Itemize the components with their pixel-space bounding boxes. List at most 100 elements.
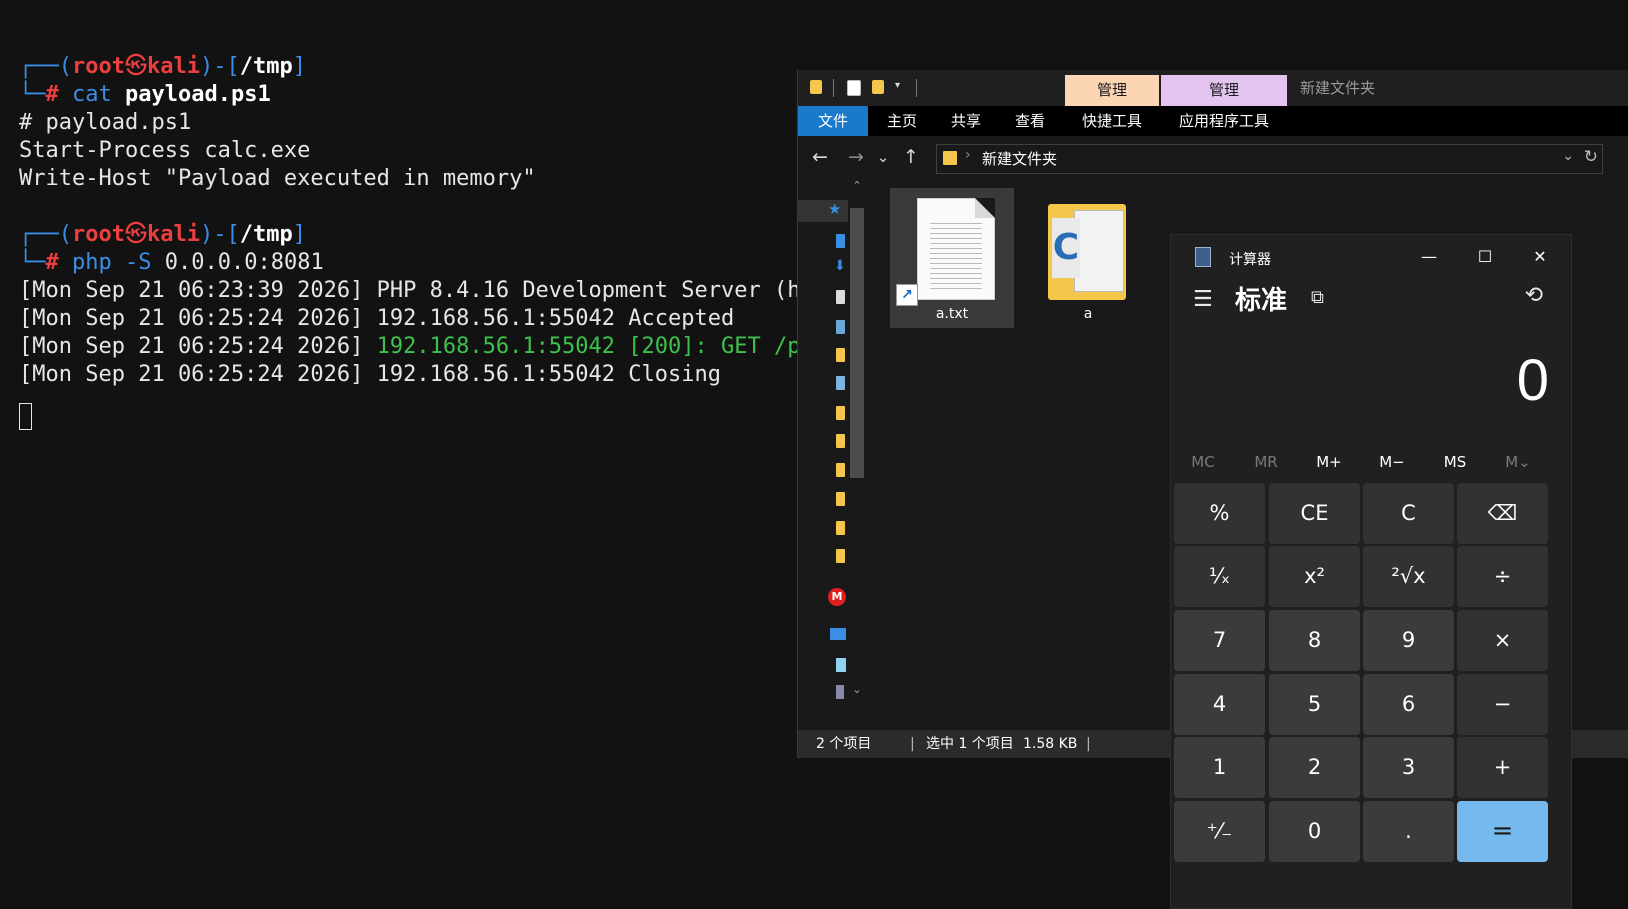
subtract-button[interactable]: − xyxy=(1457,674,1548,735)
folder-icon[interactable] xyxy=(836,434,845,448)
new-folder-icon[interactable] xyxy=(872,80,884,94)
network-icon[interactable] xyxy=(836,685,844,699)
reciprocal-button[interactable]: ¹⁄ₓ xyxy=(1174,546,1265,607)
folder-icon[interactable] xyxy=(836,521,845,535)
calculator-window[interactable]: 计算器 — ☐ ✕ ☰ 标准 ⧉ ⟲ 0 MC MR M+ M− MS M⌄ %… xyxy=(1170,234,1572,909)
desktop-icon[interactable] xyxy=(836,234,845,248)
status-item-count: 2 个项目 xyxy=(816,736,872,752)
folder-preview xyxy=(1074,210,1124,292)
memory-add-button[interactable]: M+ xyxy=(1297,447,1361,477)
file-name: a xyxy=(1083,306,1093,322)
digit-6-button[interactable]: 6 xyxy=(1363,674,1454,735)
tab-manage-shortcut[interactable]: 管理 xyxy=(1065,75,1159,106)
result-display: 0 xyxy=(1516,348,1549,413)
memory-list-button[interactable]: M⌄ xyxy=(1486,447,1550,477)
scroll-up-icon[interactable]: ⌃ xyxy=(850,179,864,192)
app-icon[interactable]: M xyxy=(828,588,846,606)
code-icon: C xyxy=(1052,218,1080,278)
folder-icon[interactable] xyxy=(836,406,845,420)
ribbon-tabs: 文件 主页 共享 查看 快捷工具 应用程序工具 xyxy=(798,106,1628,136)
file-item-a[interactable]: C a xyxy=(1026,188,1150,328)
recycle-icon[interactable] xyxy=(836,376,845,390)
pictures-icon[interactable] xyxy=(836,320,845,334)
memory-store-button[interactable]: MS xyxy=(1423,447,1487,477)
digit-4-button[interactable]: 4 xyxy=(1174,674,1265,735)
multiply-button[interactable]: × xyxy=(1457,610,1548,671)
terminal-prompt-line: ┌──(root㉿kali)-[/tmp] xyxy=(19,222,306,247)
divider xyxy=(833,79,834,97)
folder-icon xyxy=(943,151,957,165)
divider: | xyxy=(910,736,915,752)
hamburger-menu-icon[interactable]: ☰ xyxy=(1193,287,1213,312)
square-button[interactable]: x² xyxy=(1269,546,1360,607)
minimize-button[interactable]: — xyxy=(1401,237,1457,277)
recent-locations-button[interactable]: ⌄ xyxy=(874,145,892,169)
this-pc-icon[interactable] xyxy=(830,628,846,640)
terminal-output-line: Start-Process calc.exe xyxy=(19,138,311,163)
terminal-log-line: [Mon Sep 21 06:25:24 2026] 192.168.56.1:… xyxy=(19,334,814,359)
backspace-button[interactable]: ⌫ xyxy=(1457,483,1548,544)
memory-subtract-button[interactable]: M− xyxy=(1360,447,1424,477)
digit-5-button[interactable]: 5 xyxy=(1269,674,1360,735)
star-icon[interactable]: ★ xyxy=(828,200,841,218)
folder-icon[interactable] xyxy=(810,80,822,94)
percent-button[interactable]: % xyxy=(1174,483,1265,544)
drive-icon[interactable] xyxy=(836,658,846,672)
file-name: a.txt xyxy=(935,306,969,322)
memory-clear-button[interactable]: MC xyxy=(1171,447,1235,477)
quick-access-toolbar: ▾ 管理 管理 新建文件夹 xyxy=(798,70,1628,106)
file-item-a-txt[interactable]: ↗ a.txt xyxy=(890,188,1014,328)
terminal-cursor xyxy=(19,403,32,430)
add-button[interactable]: + xyxy=(1457,737,1548,798)
negate-button[interactable]: ⁺⁄₋ xyxy=(1174,801,1265,862)
memory-recall-button[interactable]: MR xyxy=(1234,447,1298,477)
tab-shortcut-tools[interactable]: 快捷工具 xyxy=(1065,106,1159,136)
download-icon[interactable]: ⬇ xyxy=(834,258,846,274)
digit-1-button[interactable]: 1 xyxy=(1174,737,1265,798)
terminal-log-line: [Mon Sep 21 06:25:24 2026] 192.168.56.1:… xyxy=(19,306,735,331)
decimal-button[interactable]: . xyxy=(1363,801,1454,862)
properties-icon[interactable] xyxy=(847,80,861,96)
back-button[interactable]: ← xyxy=(808,145,832,169)
chevron-down-icon[interactable]: ⌄ xyxy=(1562,148,1574,164)
folder-icon[interactable] xyxy=(836,549,845,563)
maximize-button[interactable]: ☐ xyxy=(1457,237,1513,277)
keep-on-top-icon[interactable]: ⧉ xyxy=(1311,287,1324,308)
divider xyxy=(916,79,917,97)
forward-button[interactable]: → xyxy=(844,145,868,169)
digit-0-button[interactable]: 0 xyxy=(1269,801,1360,862)
digit-9-button[interactable]: 9 xyxy=(1363,610,1454,671)
clear-button[interactable]: C xyxy=(1363,483,1454,544)
address-bar[interactable]: › 新建文件夹 ⌄ ↻ xyxy=(936,144,1603,174)
document-icon[interactable] xyxy=(836,290,845,304)
folder-icon[interactable] xyxy=(836,463,845,477)
clear-entry-button[interactable]: CE xyxy=(1269,483,1360,544)
refresh-icon[interactable]: ↻ xyxy=(1584,147,1598,167)
divide-button[interactable]: ÷ xyxy=(1457,546,1548,607)
digit-8-button[interactable]: 8 xyxy=(1269,610,1360,671)
digit-7-button[interactable]: 7 xyxy=(1174,610,1265,671)
digit-3-button[interactable]: 3 xyxy=(1363,737,1454,798)
scroll-down-icon[interactable]: ⌄ xyxy=(850,683,864,696)
tab-share[interactable]: 共享 xyxy=(936,106,996,136)
tab-view[interactable]: 查看 xyxy=(1000,106,1060,136)
customize-toolbar-icon[interactable]: ▾ xyxy=(895,80,900,91)
history-icon[interactable]: ⟲ xyxy=(1525,283,1543,308)
up-button[interactable]: ↑ xyxy=(899,145,923,169)
navigation-pane[interactable]: ★ ⬇ M ⌃ ⌄ xyxy=(798,179,868,730)
digit-2-button[interactable]: 2 xyxy=(1269,737,1360,798)
square-root-button[interactable]: ²√x xyxy=(1363,546,1454,607)
address-path[interactable]: 新建文件夹 xyxy=(982,148,1057,169)
nav-scrollbar-thumb[interactable] xyxy=(850,208,864,478)
terminal-prompt-line: ┌──(root㉿kali)-[/tmp] xyxy=(19,54,306,79)
folder-icon[interactable] xyxy=(836,492,845,506)
tab-manage-app[interactable]: 管理 xyxy=(1161,75,1287,106)
tab-app-tools[interactable]: 应用程序工具 xyxy=(1161,106,1287,136)
equals-button[interactable]: = xyxy=(1457,801,1548,862)
text-file-icon xyxy=(917,198,995,300)
status-selection: 选中 1 个项目 xyxy=(926,736,1014,752)
tab-home[interactable]: 主页 xyxy=(872,106,932,136)
folder-icon[interactable] xyxy=(836,348,845,362)
close-button[interactable]: ✕ xyxy=(1512,237,1568,277)
tab-file[interactable]: 文件 xyxy=(798,106,868,136)
